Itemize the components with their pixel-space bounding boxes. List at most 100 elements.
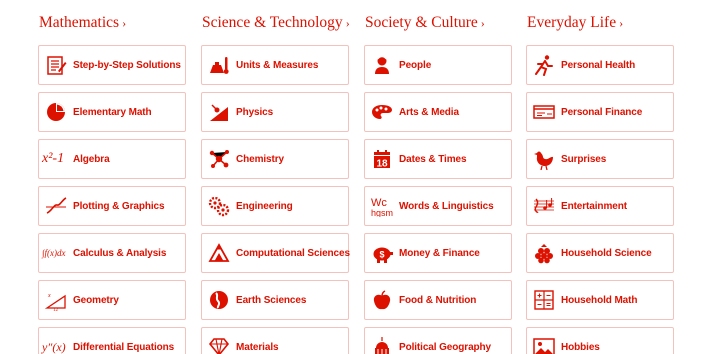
category-title: Everyday Life [527, 14, 617, 31]
tile-elementary-math[interactable]: Elementary Math [38, 92, 186, 132]
scale-thermometer-icon [202, 46, 236, 84]
check-icon [527, 93, 561, 131]
algebra-icon: x²-1 [42, 151, 65, 166]
tile-label: Physics [236, 106, 274, 118]
photo-icon [527, 328, 561, 354]
svg-text:$: $ [379, 250, 384, 260]
tile-arts-media[interactable]: Arts & Media [364, 92, 512, 132]
tile-label: Geometry [73, 294, 119, 306]
tile-words-linguistics[interactable]: Wc hgsm Words & Linguistics [364, 186, 512, 226]
chevron-right-icon: › [122, 16, 127, 30]
calendar-day-text: 18 [376, 159, 388, 170]
tile-label: Dates & Times [399, 153, 467, 165]
svg-text:hgsm: hgsm [371, 208, 393, 217]
tile-political-geography[interactable]: Political Geography [364, 327, 512, 354]
music-staff-icon [527, 187, 561, 225]
apple-icon [365, 281, 399, 319]
chevron-right-icon: › [345, 16, 350, 30]
calculator-icon [527, 281, 561, 319]
tile-label: Plotting & Graphics [73, 200, 165, 212]
chevron-right-icon: › [480, 16, 485, 30]
tile-label: Personal Health [561, 59, 636, 71]
integral-icon: ∫f(x)dx [42, 248, 66, 258]
chevron-right-icon: › [619, 16, 624, 30]
diamond-icon [202, 328, 236, 354]
tile-household-science[interactable]: Household Science [526, 233, 674, 273]
tile-engineering[interactable]: Engineering [201, 186, 349, 226]
tile-label: Entertainment [561, 200, 627, 212]
chicken-icon [527, 140, 561, 178]
tile-label: Food & Nutrition [399, 294, 477, 306]
tile-label: Chemistry [236, 153, 285, 165]
letters-icon: Wc hgsm [365, 187, 399, 225]
tile-chemistry[interactable]: Chemistry [201, 139, 349, 179]
category-heading-society-culture[interactable]: Society & Culture › [365, 14, 485, 32]
tile-money-finance[interactable]: $ Money & Finance [364, 233, 512, 273]
category-heading-science-technology[interactable]: Science & Technology › [202, 14, 350, 32]
palette-icon [365, 93, 399, 131]
tile-label: Political Geography [399, 341, 492, 353]
piggy-bank-icon: $ [365, 234, 399, 272]
tile-label: Earth Sciences [236, 294, 307, 306]
tile-entertainment[interactable]: Entertainment [526, 186, 674, 226]
person-bust-icon [365, 46, 399, 84]
steps-icon [39, 46, 73, 84]
tile-algebra[interactable]: x²-1 Algebra [38, 139, 186, 179]
tile-label: Money & Finance [399, 247, 480, 259]
tile-label: Household Math [561, 294, 638, 306]
category-title: Society & Culture [365, 14, 478, 31]
plot-curve-icon [39, 187, 73, 225]
triangle-geometry-icon: x 12 [39, 281, 73, 319]
gears-icon [202, 187, 236, 225]
raspberry-icon [527, 234, 561, 272]
molecule-icon [202, 140, 236, 178]
tile-computational-sciences[interactable]: Computational Sciences [201, 233, 350, 273]
category-title: Mathematics [39, 14, 120, 31]
globe-icon [202, 281, 236, 319]
svg-text:12: 12 [53, 308, 59, 311]
tile-personal-finance[interactable]: Personal Finance [526, 92, 674, 132]
tile-physics[interactable]: Physics [201, 92, 349, 132]
tile-earth-sciences[interactable]: Earth Sciences [201, 280, 349, 320]
tile-label: Arts & Media [399, 106, 459, 118]
tile-label: Calculus & Analysis [73, 247, 167, 259]
physics-icon [202, 93, 236, 131]
category-heading-everyday-life[interactable]: Everyday Life › [527, 14, 623, 32]
tile-step-by-step-solutions[interactable]: Step-by-Step Solutions [38, 45, 186, 85]
tile-label: Materials [236, 341, 279, 353]
tile-label: Algebra [73, 153, 110, 165]
tile-label: Differential Equations [73, 341, 175, 353]
tile-calculus-analysis[interactable]: ∫f(x)dx Calculus & Analysis [38, 233, 186, 273]
tile-label: Personal Finance [561, 106, 643, 118]
tile-label: Units & Measures [236, 59, 319, 71]
tile-differential-equations[interactable]: y″(x) Differential Equations [38, 327, 186, 354]
tile-hobbies[interactable]: Hobbies [526, 327, 674, 354]
tile-people[interactable]: People [364, 45, 512, 85]
tile-food-nutrition[interactable]: Food & Nutrition [364, 280, 512, 320]
calendar-icon: 18 [365, 140, 399, 178]
tile-household-math[interactable]: Household Math [526, 280, 674, 320]
tile-units-measures[interactable]: Units & Measures [201, 45, 349, 85]
tile-label: Step-by-Step Solutions [73, 59, 181, 71]
tile-surprises[interactable]: Surprises [526, 139, 674, 179]
tile-geometry[interactable]: x 12 Geometry [38, 280, 186, 320]
tile-personal-health[interactable]: Personal Health [526, 45, 674, 85]
tile-label: Surprises [561, 153, 607, 165]
runner-icon [527, 46, 561, 84]
derivative-icon: y″(x) [42, 339, 66, 354]
tile-plotting-graphics[interactable]: Plotting & Graphics [38, 186, 186, 226]
tile-label: Household Science [561, 247, 652, 259]
svg-text:x: x [47, 293, 51, 299]
tile-label: Hobbies [561, 341, 600, 353]
capitol-icon [365, 328, 399, 354]
tile-materials[interactable]: Materials [201, 327, 349, 354]
tile-dates-times[interactable]: 18 Dates & Times [364, 139, 512, 179]
category-heading-mathematics[interactable]: Mathematics › [39, 14, 126, 32]
tile-label: Engineering [236, 200, 293, 212]
tile-label: Computational Sciences [236, 247, 350, 259]
category-title: Science & Technology [202, 14, 343, 31]
tile-label: Elementary Math [73, 106, 152, 118]
tile-label: People [399, 59, 432, 71]
pie-chart-icon [39, 93, 73, 131]
triangle-dots-icon [202, 234, 236, 272]
